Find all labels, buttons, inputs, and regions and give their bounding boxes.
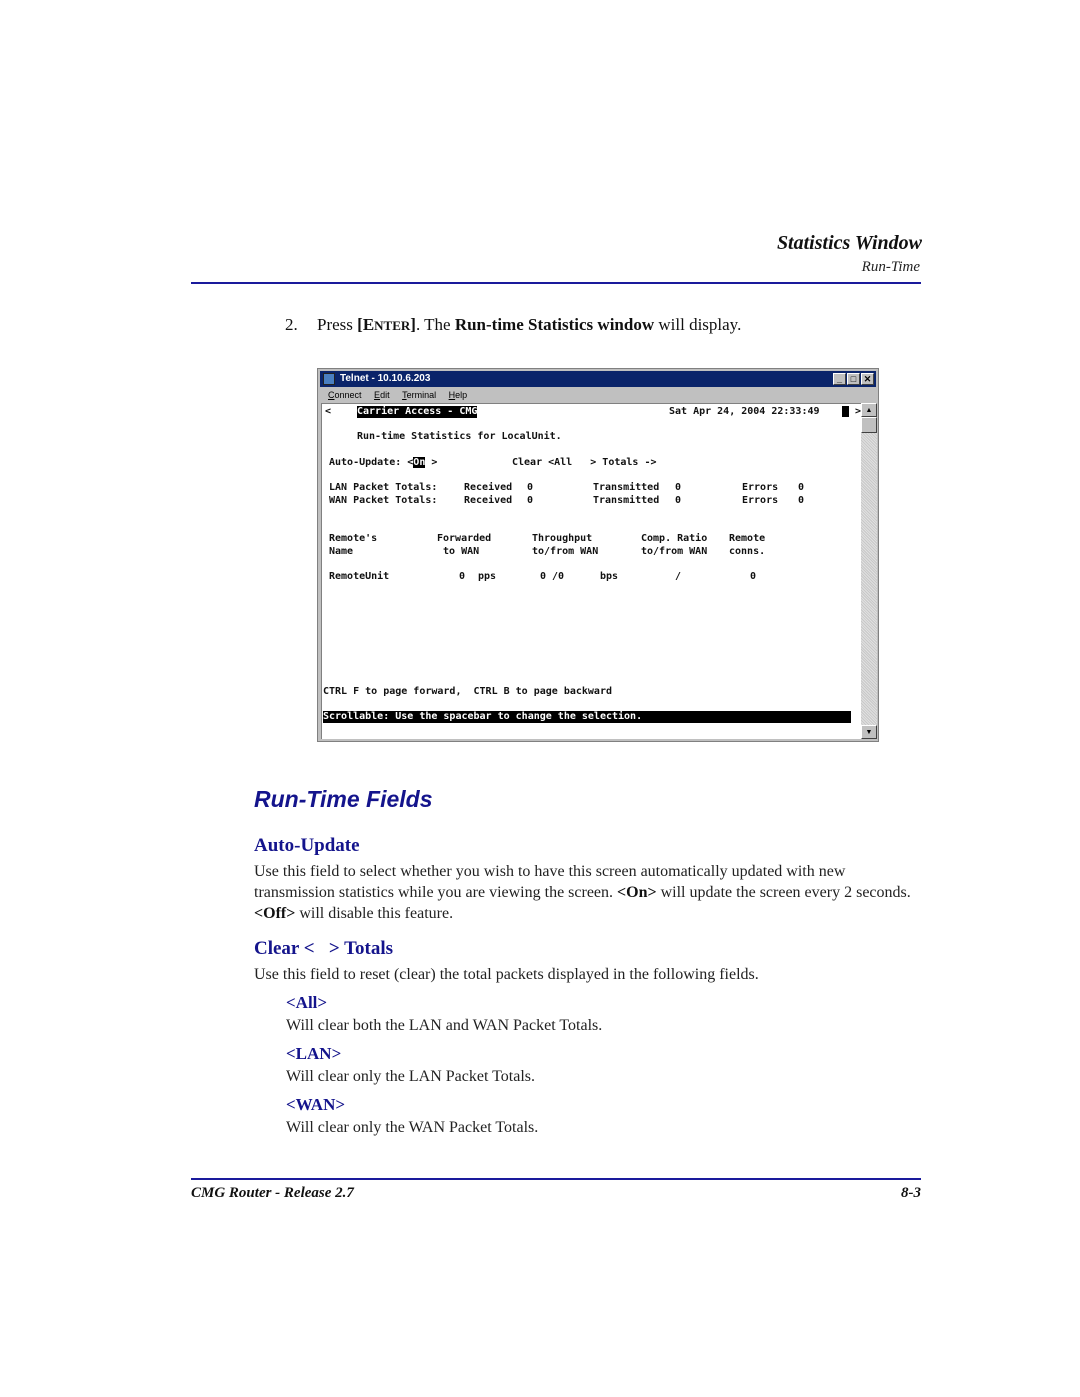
menu-bar: Connect Edit Terminal Help — [320, 388, 876, 402]
col-header-name-2: Name — [329, 546, 354, 557]
nav-left-arrow[interactable]: < — [325, 406, 331, 418]
section-title: Run-Time Fields — [254, 786, 433, 812]
wan-errors-value: 0 — [798, 495, 805, 506]
auto-update-field[interactable]: Auto-Update: <On > — [329, 457, 437, 469]
auto-update-description: Use this field to select whether you wis… — [254, 861, 924, 924]
scroll-thumb[interactable] — [861, 417, 877, 433]
row-throughput: 0 /0 — [540, 571, 565, 582]
menu-terminal-label: erminal — [406, 390, 437, 400]
telnet-window: Telnet - 10.10.6.203 _ □ ✕ Connect Edit … — [317, 368, 879, 742]
cursor — [842, 406, 849, 420]
footer-rule — [191, 1178, 921, 1180]
section-subtitle: Run-Time — [861, 259, 920, 275]
option-lan-label: <LAN> — [286, 1044, 342, 1063]
title-bar[interactable]: Telnet - 10.10.6.203 _ □ ✕ — [320, 371, 876, 387]
row-remote-name: RemoteUnit — [329, 571, 390, 582]
datetime: Sat Apr 24, 2004 22:33:49 — [669, 406, 820, 417]
auto-update-heading: Auto-Update — [254, 835, 360, 856]
option-wan-desc: Will clear only the WAN Packet Totals. — [286, 1119, 539, 1136]
key-small: NTER — [374, 318, 411, 333]
wan-transmitted-label: Transmitted — [593, 495, 660, 506]
terminal-screen[interactable]: < Carrier Access - CMG Sat Apr 24, 2004 … — [321, 403, 861, 739]
lan-transmitted-label: Transmitted — [593, 482, 660, 493]
col-header-conns-2: conns. — [729, 546, 766, 557]
step-text-press: Press — [317, 315, 358, 334]
close-button[interactable]: ✕ — [861, 373, 874, 385]
banner: Carrier Access - CMG — [357, 406, 478, 418]
step-text-mid: . The — [415, 315, 455, 334]
chapter-title: Statistics Window — [776, 232, 922, 254]
wan-errors-label: Errors — [742, 495, 779, 506]
lan-label: LAN Packet Totals: — [329, 482, 438, 493]
menu-edit[interactable]: Edit — [374, 390, 390, 400]
step-bold-window-name: Run-time Statistics window — [454, 315, 655, 334]
lan-transmitted-value: 0 — [675, 482, 682, 493]
footer-product: CMG Router - Release 2.7 — [191, 1185, 354, 1201]
lan-errors-label: Errors — [742, 482, 779, 493]
row-forwarded: 0 — [459, 571, 466, 582]
wan-label: WAN Packet Totals: — [329, 495, 438, 506]
menu-connect[interactable]: Connect — [328, 390, 362, 400]
col-header-forwarded-1: Forwarded — [437, 533, 492, 544]
window-title: Telnet - 10.10.6.203 — [340, 373, 431, 384]
stats-heading: Run-time Statistics for LocalUnit. — [357, 431, 562, 442]
step-number: 2. — [285, 315, 298, 334]
paging-hint: CTRL F to page forward, CTRL B to page b… — [323, 686, 612, 697]
row-throughput-unit: bps — [600, 571, 619, 582]
col-header-comp-ratio-1: Comp. Ratio — [641, 533, 708, 544]
menu-help[interactable]: Help — [449, 390, 468, 400]
row-forwarded-unit: pps — [478, 571, 497, 582]
clear-totals-description: Use this field to reset (clear) the tota… — [254, 966, 759, 983]
scroll-down-icon[interactable]: ▼ — [861, 725, 877, 739]
step-text-end: will display. — [654, 315, 742, 334]
clear-totals-field[interactable]: Clear <All > Totals -> — [512, 457, 657, 469]
wan-received-label: Received — [464, 495, 513, 506]
wan-transmitted-value: 0 — [675, 495, 682, 506]
auto-update-text-3: will disable this feature. — [295, 905, 454, 922]
key-open: [E — [357, 315, 375, 334]
status-line: Scrollable: Use the spacebar to change t… — [323, 711, 851, 723]
page-number: 8-3 — [901, 1185, 921, 1201]
maximize-button[interactable]: □ — [847, 373, 860, 385]
clear-totals-heading: Clear < > Totals — [254, 938, 394, 959]
row-conns: 0 — [750, 571, 757, 582]
col-header-throughput-1: Throughput — [532, 533, 593, 544]
on-option: <On> — [617, 884, 657, 901]
option-all-label: <All> — [286, 993, 328, 1012]
vertical-scrollbar[interactable]: ▲ ▼ — [861, 403, 877, 739]
row-comp-ratio: / — [675, 571, 682, 582]
off-option: <Off> — [254, 905, 296, 922]
auto-update-value[interactable]: On — [413, 457, 426, 468]
lan-received-value: 0 — [527, 482, 534, 493]
minimize-button[interactable]: _ — [833, 373, 846, 385]
menu-connect-label: onnect — [334, 390, 362, 400]
col-header-forwarded-2: to WAN — [437, 546, 480, 557]
auto-update-close: > — [425, 457, 438, 468]
auto-update-text-2: will update the screen every 2 seconds. — [656, 884, 911, 901]
col-header-name-1: Remote's — [329, 533, 378, 544]
option-wan-label: <WAN> — [286, 1095, 346, 1114]
wan-received-value: 0 — [527, 495, 534, 506]
col-header-throughput-2: to/from WAN — [532, 546, 599, 557]
col-header-conns-1: Remote — [729, 533, 766, 544]
menu-help-label: elp — [455, 390, 468, 400]
step-instruction: 2. Press [ENTER]. The Run-time Statistics… — [285, 315, 741, 335]
col-header-comp-ratio-2: to/from WAN — [641, 546, 708, 557]
scroll-up-icon[interactable]: ▲ — [861, 403, 877, 417]
auto-update-label: Auto-Update: < — [329, 457, 414, 468]
menu-edit-label: dit — [380, 390, 390, 400]
header-rule — [191, 282, 921, 284]
menu-terminal[interactable]: Terminal — [402, 390, 436, 400]
option-all-desc: Will clear both the LAN and WAN Packet T… — [286, 1017, 603, 1034]
lan-received-label: Received — [464, 482, 513, 493]
lan-errors-value: 0 — [798, 482, 805, 493]
telnet-app-icon — [323, 373, 335, 385]
option-lan-desc: Will clear only the LAN Packet Totals. — [286, 1068, 535, 1085]
